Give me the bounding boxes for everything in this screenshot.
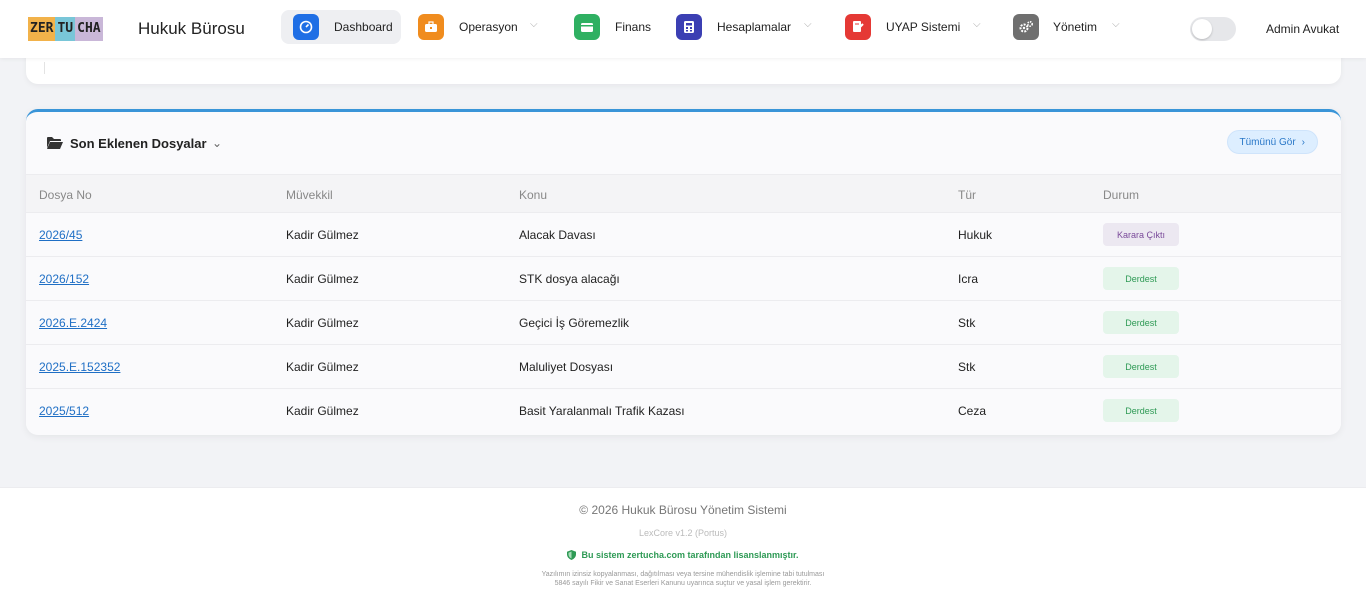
nav-yonetim[interactable]: Yönetim ⌵ [1001, 10, 1131, 44]
client-cell: Kadir Gülmez [286, 228, 359, 242]
chevron-down-icon: ⌵ [1112, 19, 1120, 30]
nav-label: Finans [615, 20, 652, 34]
status-badge: Derdest [1103, 311, 1179, 334]
subject-cell: Maluliyet Dosyası [519, 360, 614, 374]
see-all-label: Tümünü Gör [1239, 136, 1296, 148]
footer-license: Bu sistem zertucha.com tarafından lisans… [0, 550, 1366, 560]
table-row: 2026.E.2424 Kadir Gülmez Geçici İş Görem… [26, 301, 1341, 345]
footer-legal-notice: Yazılımın izinsiz kopyalanması, dağıtılm… [541, 571, 825, 587]
chevron-down-icon: ⌵ [530, 19, 538, 30]
license-text: Bu sistem zertucha.com tarafından lisans… [581, 550, 799, 560]
type-cell: Ceza [958, 404, 987, 418]
folder-open-icon [47, 137, 63, 149]
column-header[interactable]: Durum [1103, 188, 1139, 202]
gears-icon [1013, 14, 1039, 40]
briefcase-icon [418, 14, 444, 40]
type-cell: Icra [958, 272, 979, 286]
recent-files-table: Dosya No Müvekkil Konu Tür Durum 2026/45… [26, 174, 1341, 433]
logo-part: TU [55, 17, 76, 41]
shield-icon [567, 550, 577, 560]
type-cell: Stk [958, 316, 976, 330]
nav-dashboard[interactable]: Dashboard [281, 10, 401, 44]
file-number-link[interactable]: 2026/152 [39, 272, 89, 286]
toggle-knob [1192, 19, 1212, 39]
file-number-link[interactable]: 2025/512 [39, 404, 89, 418]
column-header[interactable]: Dosya No [39, 188, 92, 202]
collapse-chevron-icon[interactable]: ⌄ [212, 136, 222, 150]
logo-part: CHA [75, 17, 103, 41]
table-row: 2026/152 Kadir Gülmez STK dosya alacağı … [26, 257, 1341, 301]
column-header[interactable]: Tür [958, 188, 976, 202]
client-cell: Kadir Gülmez [286, 360, 359, 374]
brand-name[interactable]: Hukuk Bürosu [138, 19, 245, 39]
file-number-link[interactable]: 2025.E.152352 [39, 360, 120, 374]
calculator-icon [676, 14, 702, 40]
divider [44, 62, 45, 74]
client-cell: Kadir Gülmez [286, 316, 359, 330]
subject-cell: Alacak Davası [519, 228, 596, 242]
status-badge: Karara Çıktı [1103, 223, 1179, 246]
footer-version: LexCore v1.2 (Portus) [638, 528, 728, 538]
logo-part: ZER [28, 17, 56, 41]
subject-cell: Basit Yaralanmalı Trafik Kazası [519, 404, 685, 418]
card-header: Son Eklenen Dosyalar ⌄ Tümünü Gör › [26, 112, 1341, 174]
chevron-right-icon: › [1301, 136, 1305, 148]
type-cell: Stk [958, 360, 976, 374]
column-header[interactable]: Müvekkil [286, 188, 333, 202]
subject-cell: STK dosya alacağı [519, 272, 620, 286]
nav-label: Operasyon [459, 20, 518, 34]
client-cell: Kadir Gülmez [286, 272, 359, 286]
brand-logo[interactable]: ZER TU CHA [28, 14, 128, 44]
file-number-link[interactable]: 2026.E.2424 [39, 316, 107, 330]
status-badge: Derdest [1103, 355, 1179, 378]
nav-hesaplamalar[interactable]: Hesaplamalar ⌵ [664, 10, 824, 44]
nav-operasyon[interactable]: Operasyon ⌵ [406, 10, 546, 44]
theme-toggle[interactable] [1190, 17, 1236, 41]
nav-label: Dashboard [334, 20, 393, 34]
client-cell: Kadir Gülmez [286, 404, 359, 418]
dashboard-icon [293, 14, 319, 40]
table-row: 2026/45 Kadir Gülmez Alacak Davası Hukuk… [26, 213, 1341, 257]
status-badge: Derdest [1103, 267, 1179, 290]
footer: © 2026 Hukuk Bürosu Yönetim Sistemi LexC… [0, 487, 1366, 613]
chevron-down-icon: ⌵ [804, 19, 812, 30]
footer-copyright: © 2026 Hukuk Bürosu Yönetim Sistemi [579, 503, 787, 517]
status-badge: Derdest [1103, 399, 1179, 422]
see-all-button[interactable]: Tümünü Gör › [1226, 130, 1318, 154]
nav-label: UYAP Sistemi [886, 20, 961, 34]
recent-files-card: Son Eklenen Dosyalar ⌄ Tümünü Gör › Dosy… [26, 109, 1341, 435]
table-row: 2025/512 Kadir Gülmez Basit Yaralanmalı … [26, 389, 1341, 433]
file-number-link[interactable]: 2026/45 [39, 228, 82, 242]
file-signature-icon [845, 14, 871, 40]
card-title: Son Eklenen Dosyalar [70, 136, 207, 151]
user-menu[interactable]: Admin Avukat [1266, 22, 1339, 36]
nav-label: Yönetim [1053, 20, 1098, 34]
column-header[interactable]: Konu [519, 188, 547, 202]
wallet-icon [574, 14, 600, 40]
nav-finans[interactable]: Finans [562, 10, 662, 44]
nav-uyap[interactable]: UYAP Sistemi ⌵ [833, 10, 993, 44]
type-cell: Hukuk [958, 228, 993, 242]
chevron-down-icon: ⌵ [973, 19, 981, 30]
table-header: Dosya No Müvekkil Konu Tür Durum [26, 174, 1341, 213]
table-row: 2025.E.152352 Kadir Gülmez Maluliyet Dos… [26, 345, 1341, 389]
top-navbar: ZER TU CHA Hukuk Bürosu Dashboard Operas… [0, 0, 1366, 58]
subject-cell: Geçici İş Göremezlik [519, 316, 630, 330]
nav-label: Hesaplamalar [717, 20, 792, 34]
